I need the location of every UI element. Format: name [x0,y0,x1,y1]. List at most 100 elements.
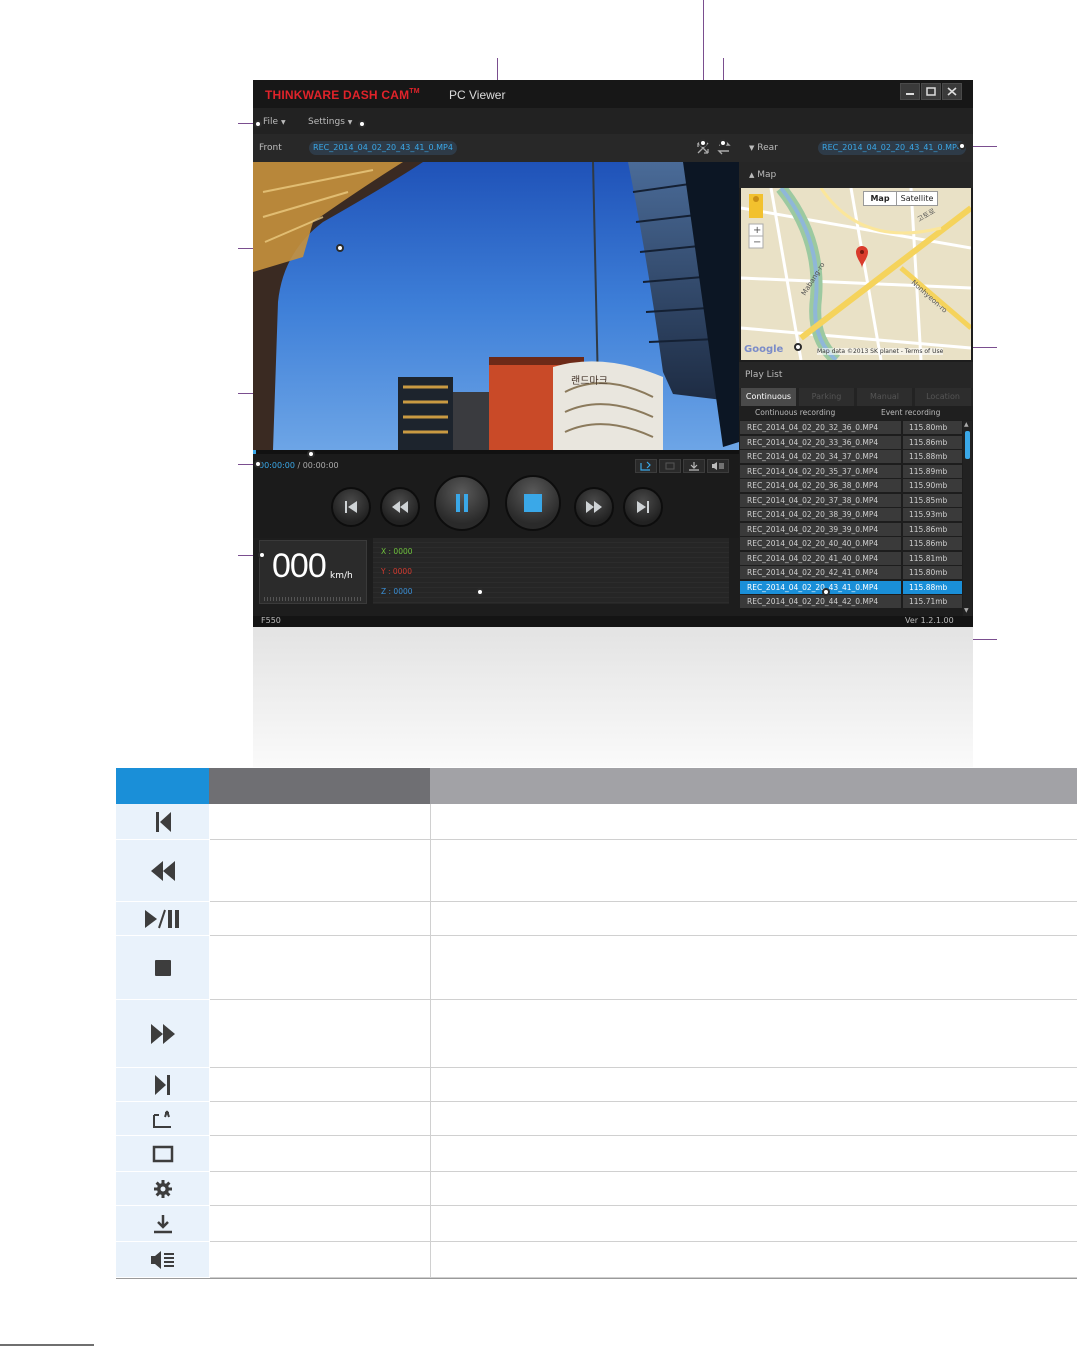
fast-forward-icon [116,1000,209,1068]
close-icon[interactable] [942,83,962,100]
table-row [210,840,1077,902]
rear-toggle[interactable]: ▼ Rear [749,143,778,153]
satellite-type-button[interactable]: Satellite [896,191,938,206]
gsensor-z: Z : 0000 [381,587,413,596]
map-view[interactable]: Mabang-ro Nonhyeon-ro 고토로 + − Map Satell… [741,188,971,360]
playlist-tabs: Continuous Parking Manual Location [739,388,973,406]
callout-marker [699,139,707,147]
fast-forward-button[interactable] [574,487,614,527]
playlist-scrollbar[interactable]: ▲ ▼ [963,421,972,616]
settings-menu[interactable]: Settings ▼ [308,117,352,127]
skip-back-button[interactable] [331,487,371,527]
playlist-row[interactable]: REC_2014_04_02_20_39_39_0.MP4 115.86mb [740,522,962,537]
callout-marker [958,142,966,150]
playlist-row[interactable]: REC_2014_04_02_20_41_40_0.MP4 115.81mb [740,551,962,566]
playlist-row[interactable]: REC_2014_04_02_20_36_38_0.MP4 115.90mb [740,479,962,493]
volume-icon [116,1242,209,1278]
playlist-file-name: REC_2014_04_02_20_34_37_0.MP4 [740,450,901,463]
front-bar: Front REC_2014_04_02_20_43_41_0.MP4 [253,134,739,162]
rewind-button[interactable] [380,487,420,527]
map-header-label: Map [757,170,777,180]
callout-marker [476,588,484,596]
table-header-icon [116,768,209,804]
subtab-continuous-recording[interactable]: Continuous recording [755,408,835,417]
table-divider [430,804,431,1278]
playlist-list: REC_2014_04_02_20_32_36_0.MP4 115.80mb REC… [740,421,962,616]
export-icon[interactable] [635,459,657,473]
playlist-file-size: 115.88mb [903,580,962,594]
table-row [210,1206,1077,1242]
callout-marker [336,244,344,252]
playlist-row[interactable]: REC_2014_04_02_20_44_42_0.MP4 115.71mb [740,595,962,609]
tab-continuous[interactable]: Continuous [741,388,796,406]
playlist-file-name: REC_2014_04_02_20_37_38_0.MP4 [740,493,901,507]
gsensor-x: X : 0000 [381,547,413,556]
callout-marker [719,139,727,147]
rewind-icon [116,840,209,902]
product-name: PC Viewer [449,88,506,102]
front-video[interactable]: 랜드마크 [253,162,739,450]
volume-icon[interactable] [707,459,729,473]
playlist-file-size: 115.86mb [903,435,962,449]
maximize-icon[interactable] [921,83,941,100]
svg-text:−: − [753,237,761,248]
playlist-row[interactable]: REC_2014_04_02_20_33_36_0.MP4 115.86mb [740,435,962,450]
tab-parking[interactable]: Parking [799,388,854,406]
playlist-row[interactable]: REC_2014_04_02_20_43_41_0.MP4 115.88mb [740,580,962,595]
status-bar: F550 Ver 1.2.1.00 [253,616,973,627]
front-file-name: REC_2014_04_02_20_43_41_0.MP4 [309,141,457,155]
map-header[interactable]: ▲ Map [739,162,973,188]
download-icon[interactable] [683,459,705,473]
table-row [210,1172,1077,1206]
playlist-file-name: REC_2014_04_02_20_36_38_0.MP4 [740,479,901,492]
version-label: Ver 1.2.1.00 [905,616,954,625]
playlist-title: Play List [745,370,783,380]
playback-controls: 00:00:00 / 00:00:00 [253,454,739,538]
playlist-file-size: 115.90mb [903,479,962,492]
playlist-file-size: 115.89mb [903,464,962,478]
page-footer-rule [0,1344,94,1346]
map-type-button[interactable]: Map [863,191,897,206]
playlist-file-name: REC_2014_04_02_20_41_40_0.MP4 [740,551,901,565]
callout-marker [307,450,315,458]
callout-marker [254,120,262,128]
subtab-event-recording[interactable]: Event recording [881,408,940,417]
minimize-icon[interactable] [900,83,920,100]
table-row [210,1000,1077,1068]
playlist-row[interactable]: REC_2014_04_02_20_37_38_0.MP4 115.85mb [740,493,962,508]
skip-forward-icon [116,1068,209,1102]
title-bar: THINKWARE DASH CAMTM PC Viewer [253,80,973,108]
tab-manual[interactable]: Manual [857,388,912,406]
rear-bar: ▼ Rear REC_2014_04_02_20_43_41_0.MP4 [739,134,973,162]
playlist-file-name: REC_2014_04_02_20_35_37_0.MP4 [740,464,901,478]
settings-icon [116,1172,209,1206]
google-logo: Google [744,344,784,355]
pc-viewer-window: THINKWARE DASH CAMTM PC Viewer File ▼ Se… [253,80,973,627]
skip-forward-button[interactable] [623,487,663,527]
pause-button[interactable] [434,475,490,531]
playlist-file-size: 115.93mb [903,508,962,521]
playlist-file-name: REC_2014_04_02_20_44_42_0.MP4 [740,595,901,608]
playlist-file-size: 115.86mb [903,522,962,536]
playlist-row[interactable]: REC_2014_04_02_20_35_37_0.MP4 115.89mb [740,464,962,479]
model-name: F550 [261,616,281,625]
playlist-row[interactable]: REC_2014_04_02_20_34_37_0.MP4 115.88mb [740,450,962,464]
file-menu[interactable]: File ▼ [263,117,286,127]
stop-button[interactable] [505,475,561,531]
tab-location[interactable]: Location [915,388,971,406]
table-header-function [209,768,430,804]
playlist-row[interactable]: REC_2014_04_02_20_32_36_0.MP4 115.80mb [740,421,962,435]
fullscreen-icon[interactable] [659,459,681,473]
speedometer: 000 km/h [259,540,367,604]
playlist-file-size: 115.81mb [903,551,962,565]
play-pause-icon [116,902,209,936]
playlist-row[interactable]: REC_2014_04_02_20_40_40_0.MP4 115.86mb [740,537,962,551]
playlist-file-name: REC_2014_04_02_20_40_40_0.MP4 [740,537,901,550]
playlist-file-size: 115.80mb [903,566,962,579]
playlist-row[interactable]: REC_2014_04_02_20_38_39_0.MP4 115.93mb [740,508,962,522]
playlist-row[interactable]: REC_2014_04_02_20_42_41_0.MP4 115.80mb [740,566,962,580]
scroll-thumb[interactable] [965,431,970,459]
playlist-file-name: REC_2014_04_02_20_32_36_0.MP4 [740,421,901,434]
time-display: 00:00:00 / 00:00:00 [259,461,339,470]
playlist-file-size: 115.86mb [903,537,962,550]
